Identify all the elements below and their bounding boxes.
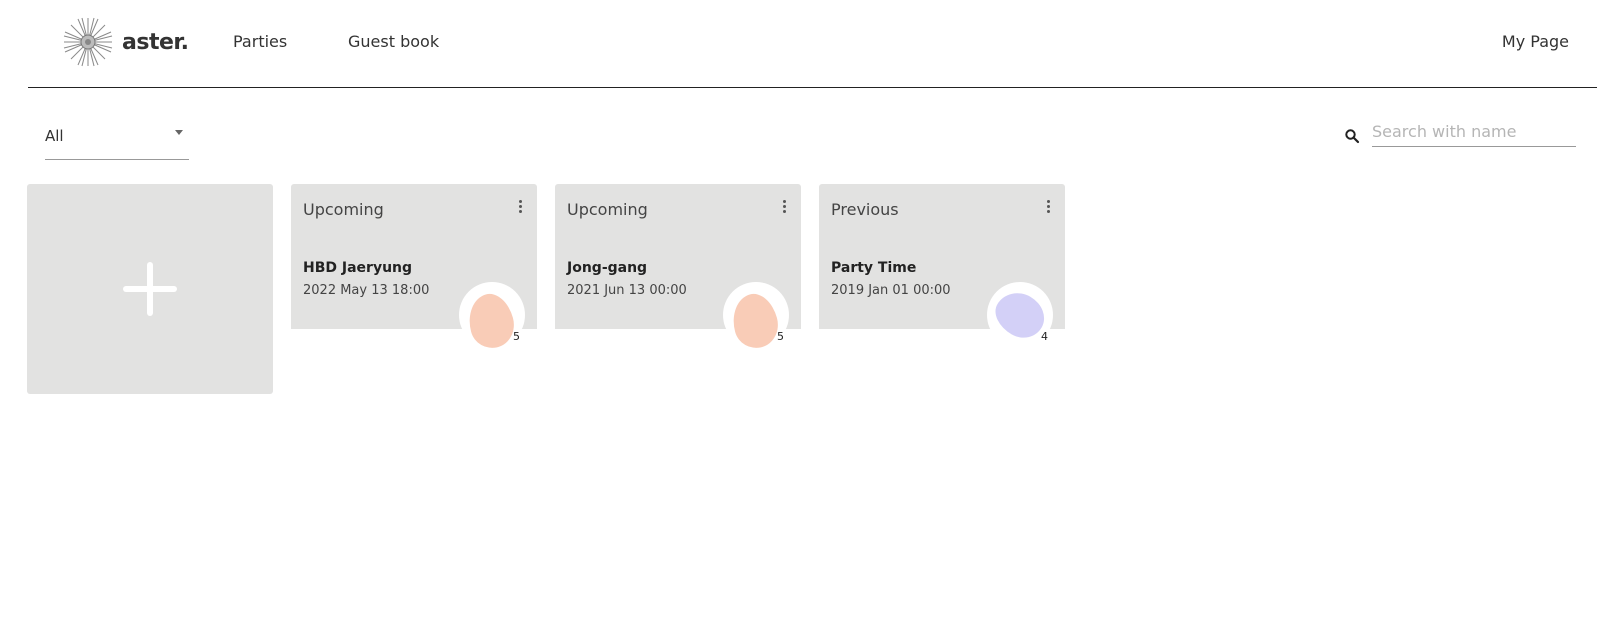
avatar-blob (726, 289, 784, 348)
more-options-icon[interactable] (781, 200, 787, 216)
party-name: HBD Jaeryung (303, 260, 413, 276)
filter-selected-value: All (45, 127, 64, 145)
aster-flower-icon (63, 17, 113, 67)
party-card[interactable]: Upcoming Jong-gang 2021 Jun 13 00:00 5 (555, 184, 801, 348)
caret-down-icon (175, 130, 183, 135)
party-status: Upcoming (303, 200, 384, 219)
guest-count: 5 (513, 330, 520, 343)
more-options-icon[interactable] (1045, 200, 1051, 216)
party-date: 2021 Jun 13 00:00 (567, 283, 687, 298)
party-name: Party Time (831, 260, 917, 276)
party-status: Upcoming (567, 200, 648, 219)
logo-text: aster. (122, 29, 189, 55)
search-input[interactable] (1372, 116, 1576, 147)
party-filter-select[interactable]: All (45, 116, 189, 160)
party-status: Previous (831, 200, 899, 219)
more-options-icon[interactable] (517, 200, 523, 216)
logo[interactable]: aster. (62, 16, 189, 68)
guest-count: 5 (777, 330, 784, 343)
search-icon (1345, 129, 1360, 144)
nav-my-page-link[interactable]: My Page (1502, 32, 1569, 51)
avatar-blob (462, 289, 520, 348)
nav-guest-book-link[interactable]: Guest book (348, 32, 439, 51)
add-party-button[interactable] (27, 184, 273, 394)
party-date: 2022 May 13 18:00 (303, 283, 430, 298)
guest-count: 4 (1041, 330, 1048, 343)
top-navbar: aster. Parties Guest book My Page (28, 0, 1597, 88)
party-date: 2019 Jan 01 00:00 (831, 283, 951, 298)
plus-icon-vertical (147, 262, 153, 316)
party-name: Jong-gang (567, 260, 648, 276)
party-card[interactable]: Previous Party Time 2019 Jan 01 00:00 4 (819, 184, 1065, 348)
party-card[interactable]: Upcoming HBD Jaeryung 2022 May 13 18:00 … (291, 184, 537, 348)
nav-parties-link[interactable]: Parties (233, 32, 287, 51)
